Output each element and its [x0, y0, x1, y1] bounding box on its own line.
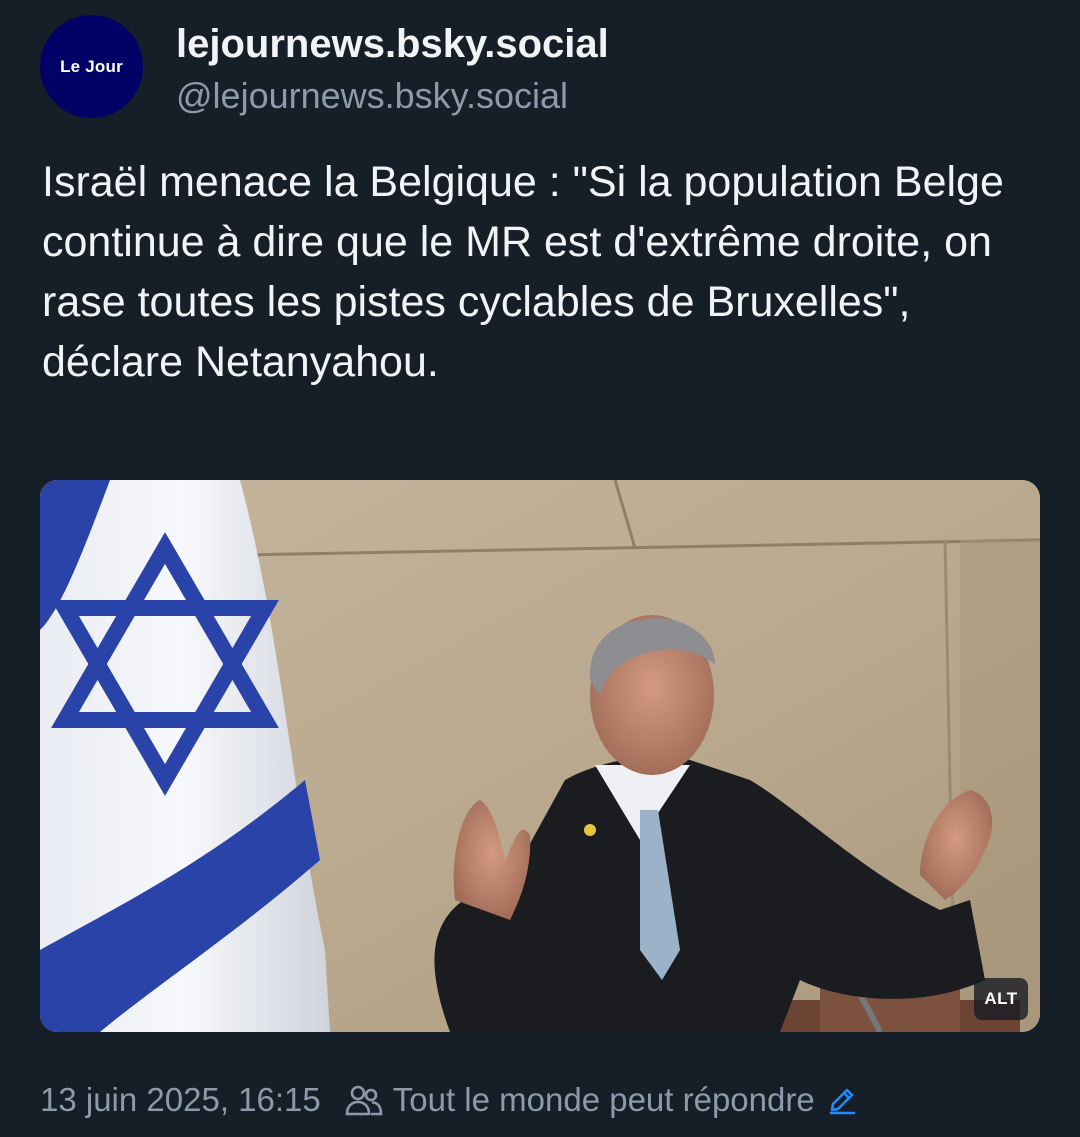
avatar-logo-text: Le Jour — [60, 56, 123, 76]
author-handle[interactable]: @lejournews.bsky.social — [176, 74, 568, 118]
post-text: Israël menace la Belgique : "Si la popul… — [42, 158, 1004, 386]
pencil-icon[interactable] — [827, 1085, 857, 1115]
alt-text-badge[interactable]: ALT — [974, 978, 1028, 1020]
people-icon — [345, 1085, 383, 1116]
post-meta: 13 juin 2025, 16:15 Tout le monde peut r… — [40, 1078, 857, 1122]
post-timestamp[interactable]: 13 juin 2025, 16:15 — [40, 1081, 321, 1119]
post-photo — [40, 480, 1040, 1032]
post-image[interactable]: ALT — [40, 480, 1040, 1032]
post-thread-item: Le Jour lejournews.bsky.social @lejourne… — [0, 0, 1080, 1137]
avatar[interactable]: Le Jour — [40, 15, 143, 118]
reply-setting[interactable]: Tout le monde peut répondre — [393, 1081, 815, 1119]
author-display-name[interactable]: lejournews.bsky.social — [176, 20, 609, 68]
